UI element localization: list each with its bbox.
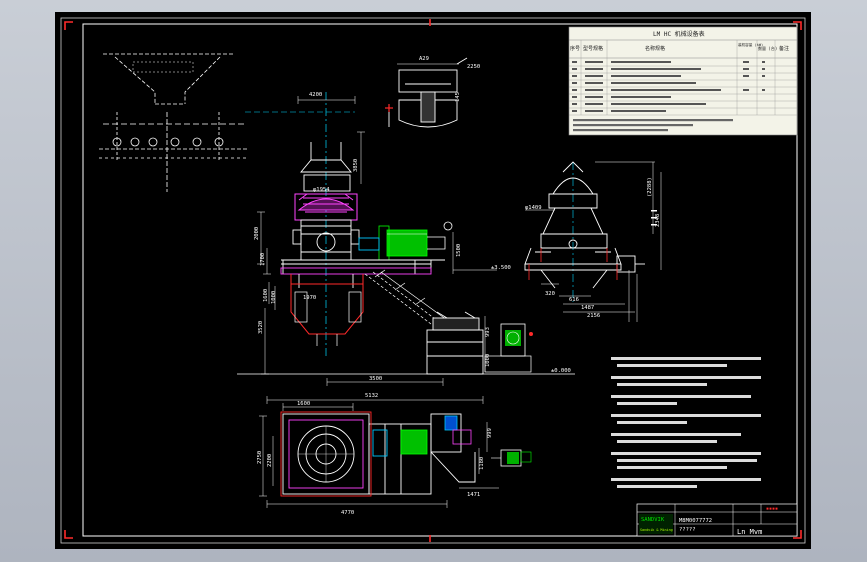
dim-5132: 5132 xyxy=(365,393,378,399)
feed-hopper-truss xyxy=(99,53,249,192)
dim-2750: 2750 xyxy=(257,451,263,464)
detail-red-marks xyxy=(385,104,393,112)
dim-1471: 1471 xyxy=(467,492,480,498)
plan-view-motor xyxy=(372,415,472,457)
technical-notes xyxy=(611,357,761,488)
col-header-name: 名称规格 xyxy=(645,45,665,52)
dim-999: 999 xyxy=(487,428,493,438)
drawing-number-sub: ????? xyxy=(679,527,696,533)
dim-1000b: 1000 xyxy=(485,354,491,367)
dim-a29: A29 xyxy=(419,56,429,62)
dim-1487: 1487 xyxy=(581,305,594,311)
dim-1600-plan: 1600 xyxy=(297,401,310,407)
cad-drawing: LM HC 机械设备表 序号 型号规格 名称规格 装机容量 (kW) 数量 (台… xyxy=(60,17,806,544)
dim-3850: 3850 xyxy=(353,159,359,172)
dim-145: 145 xyxy=(455,92,461,102)
dim-2200: 2200 xyxy=(267,454,273,467)
logo-text: SANDVIK xyxy=(641,517,665,523)
discharge-bin xyxy=(290,274,364,335)
dim-3520: 3520 xyxy=(258,321,264,334)
dim-1500: 1500 xyxy=(456,244,462,257)
parts-table: LM HC 机械设备表 序号 型号规格 名称规格 装机容量 (kW) 数量 (台… xyxy=(568,26,798,136)
dim-2156: 2156 xyxy=(587,313,600,319)
dim-phi1409: φ1409 xyxy=(525,205,542,211)
level-0: ±0.000 xyxy=(551,368,571,374)
plan-view-dims xyxy=(259,396,499,508)
dim-phi1970: 1970 xyxy=(303,295,316,301)
cad-viewport[interactable]: { "colors": { "background": "#000000", "… xyxy=(0,0,867,562)
dim-3500: 3500 xyxy=(369,376,382,382)
dim-1700: 1700 xyxy=(260,253,266,266)
motor-drive xyxy=(358,221,453,261)
dim-4200: 4200 xyxy=(309,92,322,98)
section-dim-lines xyxy=(525,161,662,322)
dim-phi1954: φ1954 xyxy=(313,187,330,193)
discharge-conveyor xyxy=(364,269,448,325)
plan-lube-unit xyxy=(491,449,532,467)
parts-table-title: LM HC 机械设备表 xyxy=(653,30,705,38)
dim-line-3850 xyxy=(357,131,365,184)
drawing-number: M8M0077772 xyxy=(679,518,712,524)
lube-unit xyxy=(484,323,533,373)
dim-993: 993 xyxy=(485,327,491,337)
drawing-sheet: { "colors": { "background": "#000000", "… xyxy=(55,12,811,549)
dim-1000: 1000 xyxy=(271,291,277,304)
dim-1600: 1600 xyxy=(263,289,269,302)
hopper-label xyxy=(132,61,194,73)
col-header-model: 型号规格 xyxy=(583,45,603,52)
dim-line-4200 xyxy=(297,96,356,104)
dim-2250: 2250 xyxy=(467,64,480,70)
crusher-section xyxy=(524,161,645,289)
col-header-remark: 备注 xyxy=(779,45,789,52)
dim-2288: (2288) xyxy=(647,177,653,197)
logo-sub: Sandvik & Mining xyxy=(640,528,673,532)
auxiliary-unit xyxy=(426,311,484,375)
dim-616: 616 xyxy=(569,297,579,303)
dim-line-3500 xyxy=(326,378,444,386)
dim-2000: 2000 xyxy=(254,227,260,240)
level-3500: ±3.500 xyxy=(491,265,511,271)
drawing-name: Ln Mvm xyxy=(737,528,762,536)
dim-320: 320 xyxy=(545,291,555,297)
col-header-qty: 数量 (台) xyxy=(758,45,777,51)
revision-mark: ▪▪▪▪ xyxy=(766,506,778,512)
dim-1180: 1180 xyxy=(479,457,485,470)
col-header-no: 序号 xyxy=(570,45,580,52)
dim-4770: 4770 xyxy=(341,510,354,516)
